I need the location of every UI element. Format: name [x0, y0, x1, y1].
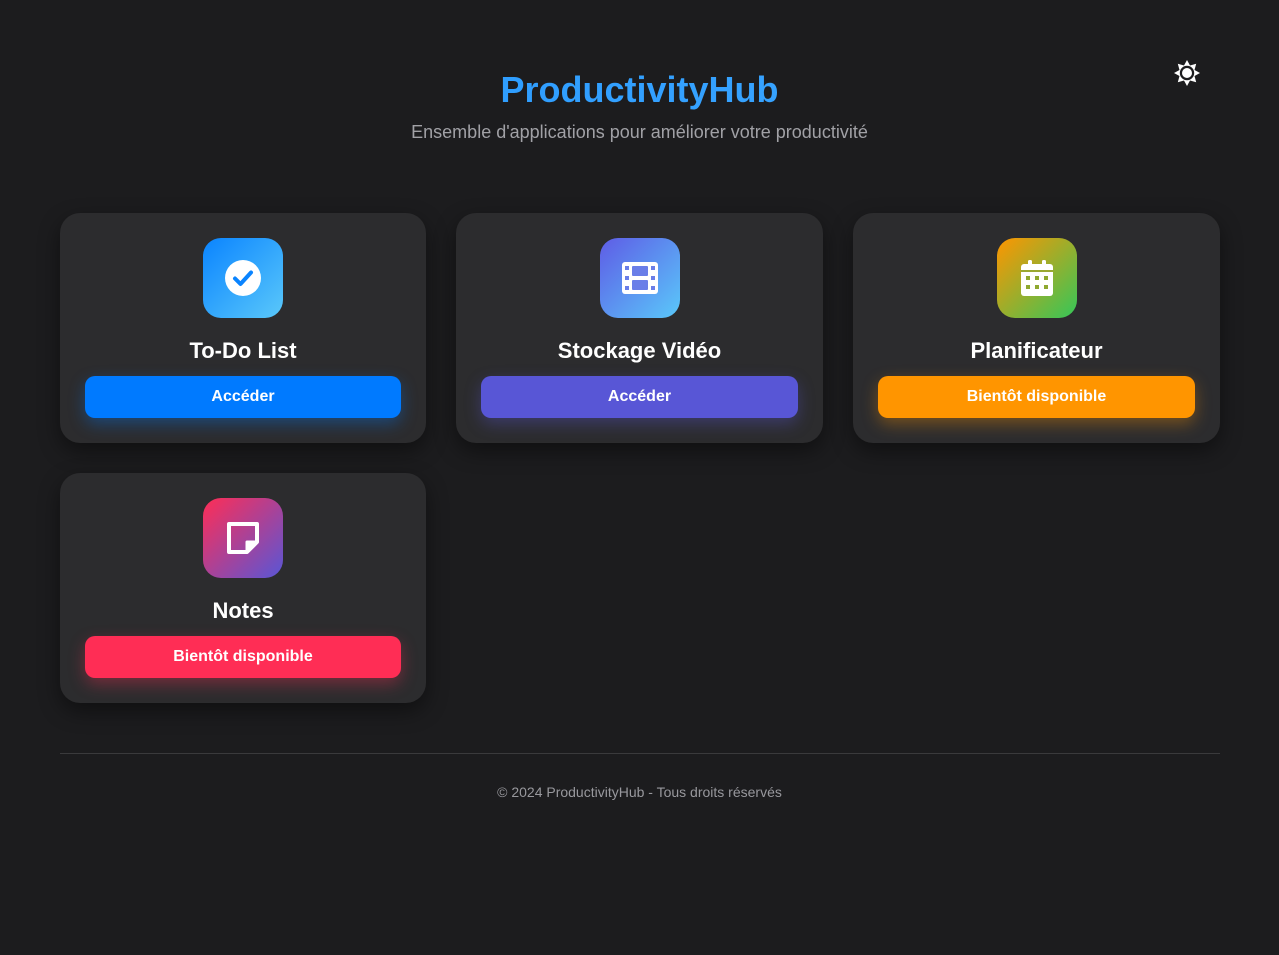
- app-subtitle: Ensemble d'applications pour améliorer v…: [411, 122, 868, 142]
- card-notes: Notes Bientôt disponible: [60, 473, 426, 703]
- card-title: Notes: [212, 598, 274, 623]
- card-title: Stockage Vidéo: [557, 338, 722, 363]
- notes-icon-tile: [203, 498, 283, 578]
- video-access-button[interactable]: Accéder: [481, 376, 798, 418]
- card-planner: Planificateur Bientôt disponible: [853, 213, 1220, 443]
- card-video-storage: Stockage Vidéo Accéder: [456, 213, 823, 443]
- video-icon-tile: [599, 238, 680, 318]
- app-title: ProductivityHub: [0, 68, 1279, 112]
- page: ProductivityHub Ensemble d'applications …: [0, 0, 1279, 955]
- film-icon: [621, 262, 658, 294]
- todo-access-button[interactable]: Accéder: [85, 376, 401, 418]
- notes-coming-soon-button[interactable]: Bientôt disponible: [85, 636, 401, 678]
- calendar-icon: [1020, 260, 1053, 296]
- card-title: Planificateur: [970, 338, 1103, 363]
- todo-icon-tile: [203, 238, 283, 318]
- check-circle-icon: [225, 260, 261, 296]
- card-title: To-Do List: [189, 338, 297, 363]
- footer-divider: [60, 753, 1220, 754]
- planner-coming-soon-button[interactable]: Bientôt disponible: [878, 376, 1195, 418]
- planner-icon-tile: [996, 238, 1077, 318]
- app-grid: To-Do List Accéder Stockage Vidéo Accéde…: [60, 213, 1220, 703]
- sticky-note-icon: [227, 522, 259, 554]
- card-todo-list: To-Do List Accéder: [60, 213, 426, 443]
- footer-copyright: © 2024 ProductivityHub - Tous droits rés…: [497, 784, 782, 800]
